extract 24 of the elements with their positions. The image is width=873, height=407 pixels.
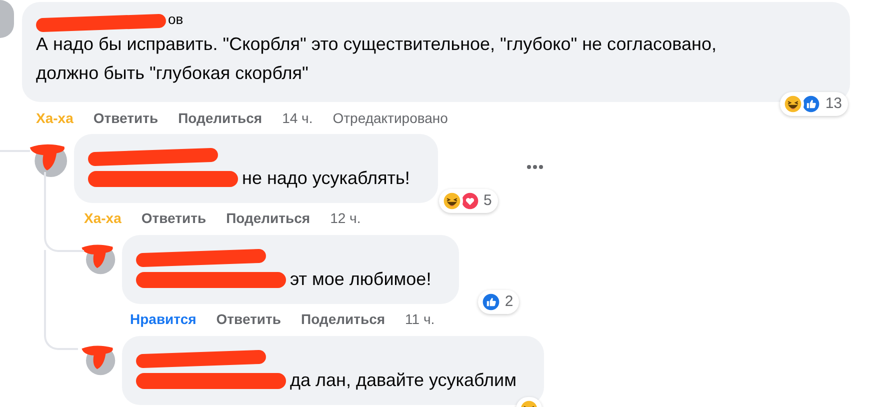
share-button[interactable]: Поделиться bbox=[226, 208, 310, 228]
reaction-count-badge[interactable]: 13 bbox=[780, 92, 848, 116]
comment-text: А надо бы исправить. "Скорбля" это существительное, "глубоко" не согласовано, должно быть "глубокая скорбля" bbox=[36, 33, 718, 85]
avatar[interactable] bbox=[0, 0, 14, 38]
share-button[interactable]: Поделиться bbox=[178, 108, 262, 128]
reply-button[interactable]: Ответить bbox=[216, 308, 281, 330]
reaction-count-badge[interactable]: 2 bbox=[478, 290, 520, 314]
timestamp[interactable]: 11 ч. bbox=[405, 308, 435, 330]
reaction-count-badge[interactable]: 5 bbox=[438, 188, 498, 213]
reply-button[interactable]: Ответить bbox=[141, 208, 206, 228]
more-options-icon[interactable] bbox=[526, 164, 544, 170]
edited-label: Отредактировано bbox=[332, 108, 448, 128]
comment-text: эт мое любимое! bbox=[290, 268, 432, 291]
author-name[interactable]: ов bbox=[168, 9, 184, 30]
reaction-count: 2 bbox=[504, 292, 514, 312]
timestamp[interactable]: 14 ч. bbox=[282, 108, 313, 128]
share-button[interactable]: Поделиться bbox=[301, 308, 386, 330]
comment-text: да лан, давайте усукаблим bbox=[290, 369, 516, 392]
comment-text: не надо усукаблять! bbox=[242, 167, 410, 190]
reaction-count: 13 bbox=[825, 94, 843, 114]
timestamp[interactable]: 12 ч. bbox=[330, 208, 361, 228]
reply-button[interactable]: Ответить bbox=[93, 108, 158, 128]
reaction-button[interactable]: Нравится bbox=[130, 308, 196, 330]
reaction-count: 5 bbox=[484, 190, 493, 210]
